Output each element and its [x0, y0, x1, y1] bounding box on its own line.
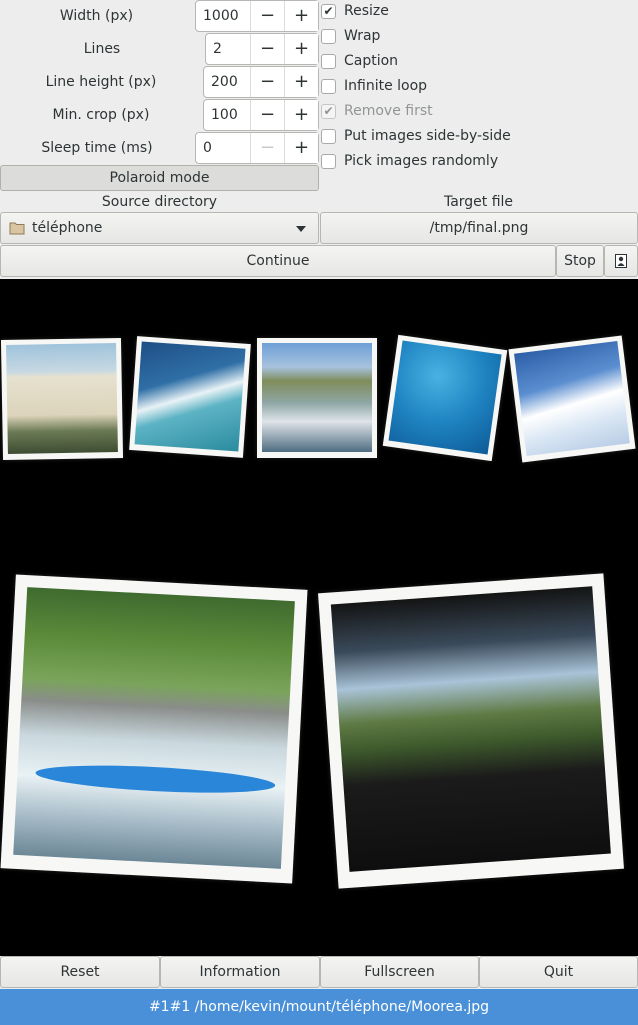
stop-button[interactable]: Stop [556, 245, 604, 277]
width-spinner[interactable]: 1000 − + [195, 0, 319, 32]
polaroid-mode-toggle[interactable]: Polaroid mode [0, 165, 319, 191]
line-height-decrement-button[interactable]: − [250, 67, 284, 97]
wrap-label: Wrap [344, 28, 381, 44]
polaroid-divers-photo [382, 334, 508, 462]
line-height-value[interactable]: 200 [204, 67, 250, 97]
side-by-side-label: Put images side-by-side [344, 128, 511, 144]
pick-random-checkbox[interactable]: Pick images randomly [321, 151, 498, 171]
infinite-loop-checkbox[interactable]: Infinite loop [321, 76, 427, 96]
target-file-button[interactable]: /tmp/final.png [320, 212, 638, 244]
portrait-button[interactable] [604, 245, 638, 277]
checkbox-box [321, 153, 336, 169]
status-text: #1#1 /home/kevin/mount/téléphone/Moorea.… [148, 999, 490, 1015]
wrap-checkbox[interactable]: Wrap [321, 26, 380, 46]
resize-label: Resize [344, 3, 389, 19]
line-height-increment-button[interactable]: + [284, 67, 318, 97]
side-by-side-checkbox[interactable]: Put images side-by-side [321, 126, 511, 146]
quit-button[interactable]: Quit [479, 956, 638, 988]
sleep-time-label: Sleep time (ms) [41, 140, 153, 156]
min-crop-increment-button[interactable]: + [284, 100, 318, 130]
line-height-label: Line height (px) [45, 74, 157, 90]
polaroid-kayak-photo [0, 574, 308, 884]
width-increment-button[interactable]: + [284, 1, 318, 31]
source-directory-value: téléphone [32, 220, 103, 236]
width-label: Width (px) [59, 8, 134, 24]
pick-random-label: Pick images randomly [344, 153, 499, 169]
polaroid-van-photo [0, 337, 124, 461]
min-crop-label: Min. crop (px) [52, 107, 150, 123]
sleep-time-decrement-button[interactable]: − [250, 133, 284, 163]
source-directory-label: Source directory [101, 194, 218, 210]
infinite-loop-label: Infinite loop [344, 78, 428, 94]
polaroid-car-photo [318, 573, 624, 889]
sleep-time-value[interactable]: 0 [196, 133, 250, 163]
line-height-spinner[interactable]: 200 − + [203, 66, 319, 98]
sleep-time-spinner[interactable]: 0 − + [195, 132, 319, 164]
lines-value[interactable]: 2 [206, 34, 250, 64]
min-crop-value[interactable]: 100 [204, 100, 250, 130]
polaroid-snow-photo [508, 335, 636, 463]
information-button[interactable]: Information [160, 956, 320, 988]
chevron-down-icon [296, 226, 306, 232]
remove-first-label: Remove first [344, 103, 433, 119]
lines-spinner[interactable]: 2 − + [205, 33, 319, 65]
status-bar: #1#1 /home/kevin/mount/téléphone/Moorea.… [0, 989, 638, 1025]
lines-decrement-button[interactable]: − [250, 34, 284, 64]
polaroid-ocean-photo [129, 336, 251, 458]
checkbox-box [321, 78, 336, 94]
source-directory-chooser[interactable]: téléphone [0, 212, 319, 244]
target-file-label: Target file [443, 194, 514, 210]
folder-icon [9, 222, 25, 235]
width-decrement-button[interactable]: − [250, 1, 284, 31]
check-icon: ✔ [321, 103, 336, 119]
caption-checkbox[interactable]: Caption [321, 51, 398, 71]
person-icon [615, 254, 627, 268]
polaroid-harbor-photo [257, 338, 377, 458]
lines-increment-button[interactable]: + [284, 34, 318, 64]
checkbox-box [321, 53, 336, 69]
remove-first-checkbox[interactable]: ✔ Remove first [321, 101, 433, 121]
lines-label: Lines [83, 41, 121, 57]
fullscreen-button[interactable]: Fullscreen [320, 956, 479, 988]
check-icon: ✔ [321, 3, 336, 19]
caption-label: Caption [344, 53, 399, 69]
image-viewer [0, 279, 638, 956]
continue-button[interactable]: Continue [0, 245, 556, 277]
resize-checkbox[interactable]: ✔ Resize [321, 1, 389, 21]
min-crop-spinner[interactable]: 100 − + [203, 99, 319, 131]
checkbox-box [321, 128, 336, 144]
width-value[interactable]: 1000 [196, 1, 250, 31]
sleep-time-increment-button[interactable]: + [284, 133, 318, 163]
checkbox-box [321, 28, 336, 44]
reset-button[interactable]: Reset [0, 956, 160, 988]
min-crop-decrement-button[interactable]: − [250, 100, 284, 130]
